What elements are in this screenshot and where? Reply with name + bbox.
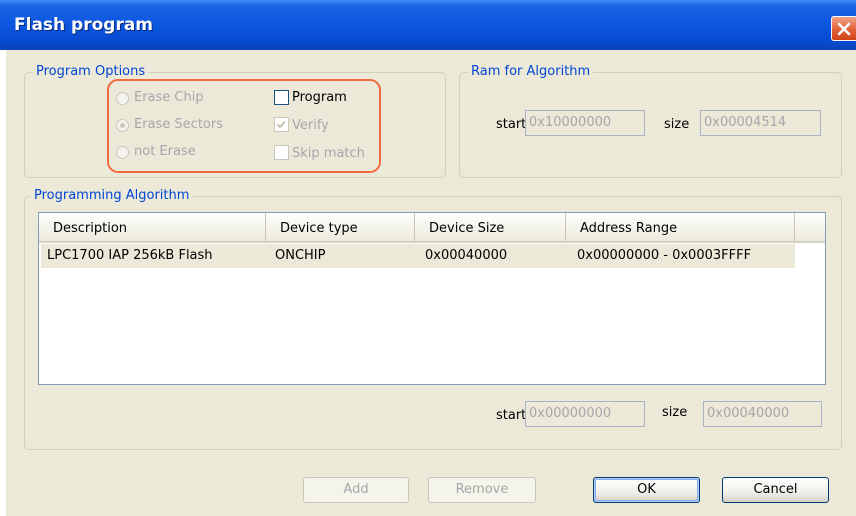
- add-button[interactable]: Add: [303, 477, 409, 503]
- remove-button[interactable]: Remove: [428, 477, 536, 503]
- cancel-button[interactable]: Cancel: [722, 477, 829, 503]
- flash-program-dialog: Flash program Program Options Erase Chip…: [0, 0, 856, 516]
- programming-algorithm-legend: Programming Algorithm: [31, 188, 193, 203]
- title-bar[interactable]: Flash program: [0, 0, 856, 50]
- annotation-highlight: [107, 79, 381, 173]
- close-button[interactable]: [831, 16, 856, 41]
- ram-size-field[interactable]: 0x00004514: [700, 110, 821, 136]
- algorithm-size-field[interactable]: 0x00040000: [703, 401, 822, 427]
- algorithm-size-label: size: [662, 405, 688, 420]
- column-header-address-range[interactable]: Address Range: [566, 213, 795, 241]
- cell-address-range: 0x00000000 - 0x0003FFFF: [577, 248, 752, 263]
- algorithm-list[interactable]: Description Device type Device Size Addr…: [38, 212, 826, 385]
- cell-device-type: ONCHIP: [275, 248, 326, 263]
- ram-start-field[interactable]: 0x10000000: [525, 110, 645, 136]
- algorithm-start-field[interactable]: 0x00000000: [525, 401, 645, 427]
- cell-description: LPC1700 IAP 256kB Flash: [47, 248, 213, 263]
- window-title: Flash program: [14, 15, 154, 35]
- algorithm-start-label: start: [496, 408, 527, 423]
- ram-size-label: size: [664, 117, 690, 132]
- ram-for-algorithm-legend: Ram for Algorithm: [468, 64, 594, 79]
- program-options-legend: Program Options: [33, 64, 149, 79]
- close-icon: [837, 22, 851, 36]
- ok-button[interactable]: OK: [593, 477, 700, 503]
- table-row[interactable]: LPC1700 IAP 256kB Flash ONCHIP 0x0004000…: [41, 244, 795, 268]
- list-header: Description Device type Device Size Addr…: [39, 213, 825, 243]
- column-header-description[interactable]: Description: [39, 213, 266, 241]
- ram-start-label: start: [496, 117, 527, 132]
- column-header-device-type[interactable]: Device type: [266, 213, 415, 241]
- column-header-device-size[interactable]: Device Size: [415, 213, 566, 241]
- cell-device-size: 0x00040000: [425, 248, 508, 263]
